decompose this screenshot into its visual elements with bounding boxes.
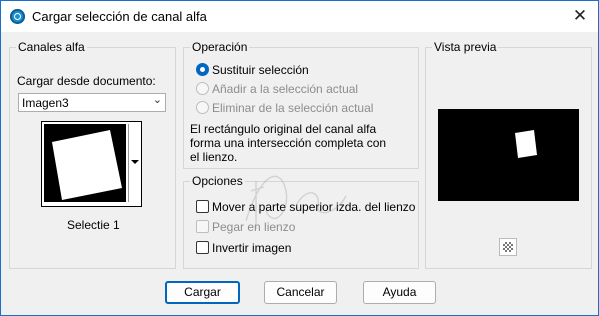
dialog-window: Cargar selección de canal alfa ✕ Canales… — [0, 0, 599, 316]
close-icon[interactable]: ✕ — [568, 5, 592, 27]
alpha-channel-thumbnail — [44, 124, 126, 202]
app-icon — [10, 9, 25, 24]
checkbox-pegar-label[interactable]: Pegar en lienzo — [212, 220, 295, 234]
radio-sustituir[interactable] — [196, 63, 209, 76]
preview-selection-shape — [515, 130, 537, 158]
opciones-legend: Opciones — [190, 174, 245, 188]
help-button[interactable]: Ayuda — [363, 281, 436, 304]
preview-canvas — [438, 109, 579, 201]
checkerboard-toggle-button[interactable] — [499, 238, 517, 256]
checkbox-pegar[interactable] — [196, 220, 209, 233]
selection-shape — [52, 130, 122, 200]
operation-description-line2: forma una intersección completa con — [190, 136, 387, 150]
triangle-down-icon — [131, 160, 139, 164]
radio-sustituir-label[interactable]: Sustituir selección — [212, 63, 309, 77]
chevron-down-icon: ⌄ — [152, 94, 162, 106]
vista-previa-legend: Vista previa — [432, 40, 499, 54]
radio-anadir-label[interactable]: Añadir a la selección actual — [212, 82, 358, 96]
load-from-document-label: Cargar desde documento: — [17, 74, 156, 88]
checkerboard-icon — [503, 242, 513, 252]
checkbox-mover[interactable] — [196, 200, 209, 213]
operacion-legend: Operación — [190, 40, 250, 54]
cancel-button[interactable]: Cancelar — [264, 281, 337, 304]
checkbox-invertir[interactable] — [196, 241, 209, 254]
load-label-text: Cargar desde documento: — [17, 74, 156, 88]
radio-eliminar-label[interactable]: Eliminar de la selección actual — [212, 101, 373, 115]
selection-name: Selectie 1 — [67, 218, 120, 232]
radio-eliminar[interactable] — [196, 101, 209, 114]
radio-anadir[interactable] — [196, 82, 209, 95]
load-button[interactable]: Cargar — [165, 281, 240, 304]
operation-description-line1: El rectángulo original del canal alfa — [190, 122, 377, 136]
title-bar: Cargar selección de canal alfa ✕ — [1, 1, 598, 32]
alpha-channel-picker[interactable] — [41, 121, 142, 207]
checkbox-invertir-label[interactable]: Invertir imagen — [212, 241, 291, 255]
document-select-value: Imagen3 — [22, 96, 69, 110]
operation-description-line3: el lienzo. — [190, 150, 238, 164]
checkbox-mover-label[interactable]: Mover a parte superior izda. del lienzo — [212, 200, 415, 214]
picker-dropdown-button[interactable] — [128, 124, 140, 202]
canales-alfa-legend: Canales alfa — [16, 40, 87, 54]
document-select[interactable]: Imagen3 ⌄ — [18, 93, 166, 112]
window-title: Cargar selección de canal alfa — [32, 9, 207, 24]
